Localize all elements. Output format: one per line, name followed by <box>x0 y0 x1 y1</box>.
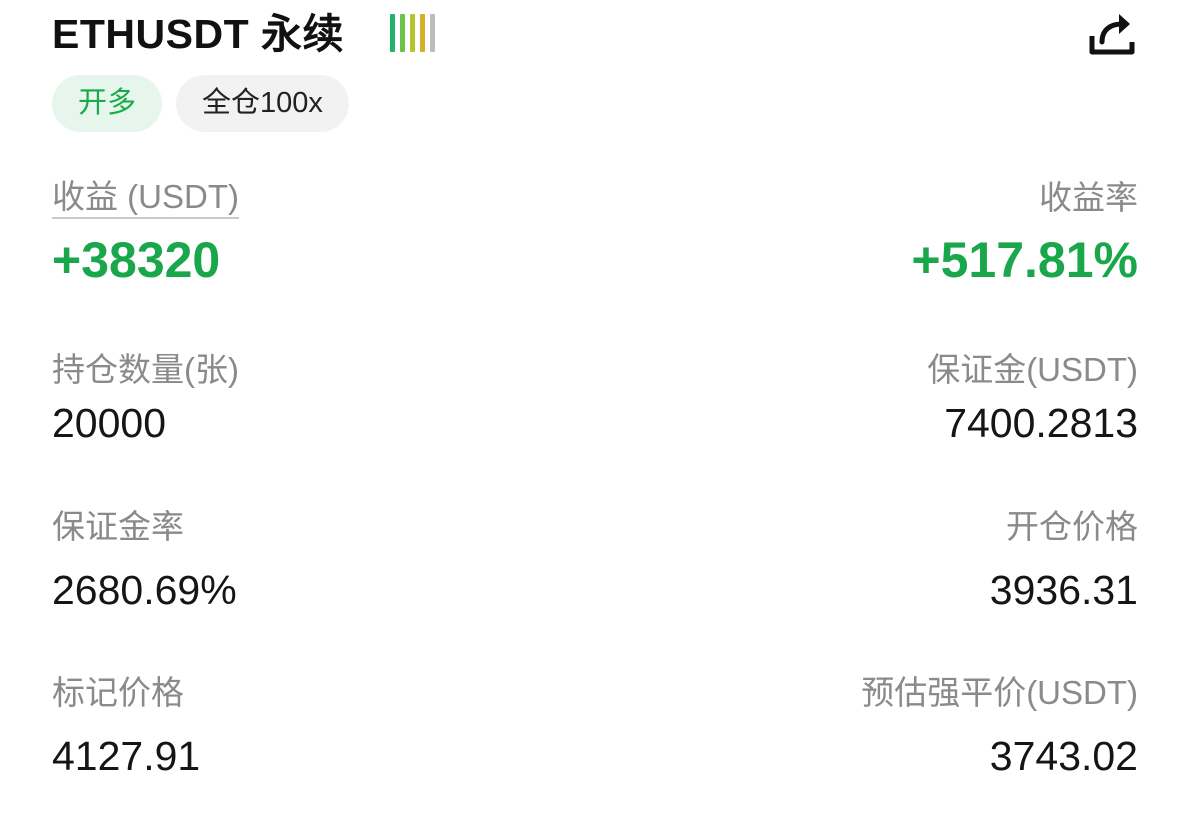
signal-bar-1 <box>390 14 395 52</box>
position-header: ETHUSDT 永续 <box>52 6 1138 66</box>
signal-bar-2 <box>400 14 405 52</box>
share-button[interactable] <box>1086 8 1138 60</box>
signal-bar-5 <box>430 14 435 52</box>
pnl-value: +38320 <box>52 232 221 288</box>
position-size-label: 持仓数量(张) <box>52 351 239 388</box>
margin-value: 7400.2813 <box>944 400 1138 446</box>
mark-price-value: 4127.91 <box>52 733 201 779</box>
share-icon <box>1089 14 1135 55</box>
liq-price-label: 预估强平价(USDT) <box>861 674 1138 711</box>
pnl-label[interactable]: 收益 (USDT) <box>52 177 239 219</box>
signal-bar-4 <box>420 14 425 52</box>
margin-mode-tag: 全仓100x <box>176 75 349 132</box>
entry-price-value: 3936.31 <box>989 567 1138 613</box>
margin-ratio-value: 2680.69% <box>52 567 237 613</box>
pnl-rate-value: +517.81% <box>911 232 1138 288</box>
pnl-rate-label: 收益率 <box>1039 179 1138 216</box>
contract-title: ETHUSDT 永续 <box>52 11 344 57</box>
signal-strength-icon <box>390 12 435 52</box>
liq-price-value: 3743.02 <box>989 733 1138 779</box>
margin-label: 保证金(USDT) <box>927 351 1138 388</box>
direction-tag: 开多 <box>52 75 163 132</box>
signal-bar-3 <box>410 14 415 52</box>
mark-price-label: 标记价格 <box>52 674 184 711</box>
position-size-value: 20000 <box>52 400 167 446</box>
position-tags: 开多 全仓100x <box>52 75 349 132</box>
entry-price-label: 开仓价格 <box>1006 508 1138 545</box>
margin-ratio-label: 保证金率 <box>52 508 184 545</box>
